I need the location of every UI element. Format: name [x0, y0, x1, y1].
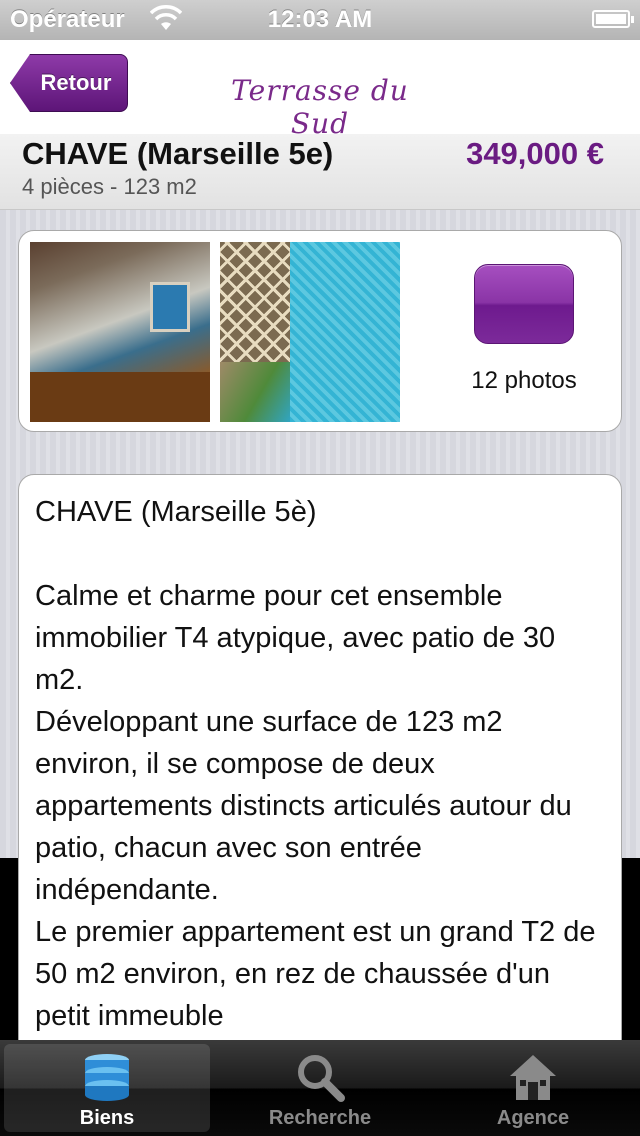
tab-biens[interactable]: Biens	[4, 1044, 210, 1132]
status-bar: Opérateur 12:03 AM	[0, 0, 640, 40]
tab-agence[interactable]: Agence	[430, 1044, 636, 1132]
database-icon	[85, 1054, 129, 1101]
description-card: CHAVE (Marseille 5è) Calme et charme pou…	[18, 474, 622, 1074]
property-header: CHAVE (Marseille 5e) 349,000 € 4 pièces …	[0, 134, 640, 210]
navigation-bar: Retour Terrasse du Sud	[0, 40, 640, 140]
battery-icon	[592, 10, 634, 28]
photos-card: 12 photos	[18, 230, 622, 432]
property-price: 349,000 €	[466, 136, 604, 171]
tab-bar: Biens Recherche Agence	[0, 1040, 640, 1136]
house-icon	[510, 1055, 556, 1100]
property-title: CHAVE (Marseille 5e)	[22, 136, 334, 171]
tab-label: Agence	[496, 1107, 570, 1129]
back-button-label: Retour	[40, 70, 112, 95]
tab-recherche[interactable]: Recherche	[217, 1044, 423, 1132]
photos-count-label: 12 photos	[471, 367, 577, 394]
photo-thumbnail-1[interactable]	[30, 242, 210, 422]
back-button[interactable]: Retour	[10, 54, 128, 112]
brand-logo: Terrasse du Sud	[231, 74, 409, 140]
search-icon	[298, 1055, 345, 1102]
tab-label: Recherche	[268, 1107, 372, 1129]
tab-label: Biens	[79, 1107, 135, 1129]
photo-thumbnail-2[interactable]	[220, 242, 400, 422]
photos-gallery-button[interactable]	[474, 264, 574, 344]
property-summary: 4 pièces - 123 m2	[22, 174, 197, 199]
clock: 12:03 AM	[267, 6, 373, 33]
description-text: CHAVE (Marseille 5è) Calme et charme pou…	[35, 496, 596, 1032]
